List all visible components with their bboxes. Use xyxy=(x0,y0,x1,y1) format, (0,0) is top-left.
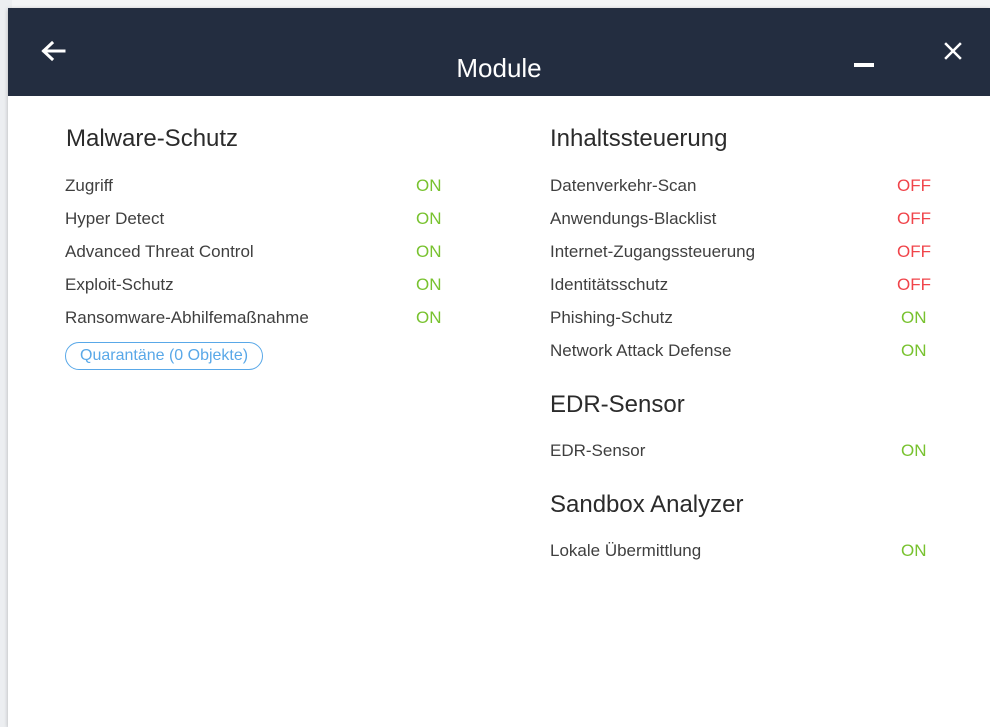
module-dialog: Module Malware-Schutz Zugriff ON Hyper D… xyxy=(8,8,990,727)
module-row: Zugriff ON xyxy=(65,175,465,197)
module-status[interactable]: ON xyxy=(416,307,442,329)
module-status[interactable]: OFF xyxy=(897,241,931,263)
module-label: Advanced Threat Control xyxy=(65,242,254,261)
module-label: Network Attack Defense xyxy=(550,341,732,360)
module-row: Anwendungs-Blacklist OFF xyxy=(550,208,950,230)
module-row: Ransomware-Abhilfemaßnahme ON xyxy=(65,307,465,329)
module-label: Datenverkehr-Scan xyxy=(550,176,697,195)
module-row: Advanced Threat Control ON xyxy=(65,241,465,263)
module-label: Identitätsschutz xyxy=(550,275,669,294)
module-status[interactable]: ON xyxy=(901,307,927,329)
module-row: EDR-Sensor ON xyxy=(550,440,950,462)
module-status[interactable]: ON xyxy=(416,241,442,263)
minimize-button[interactable] xyxy=(846,36,882,72)
section-title-sandbox-analyzer: Sandbox Analyzer xyxy=(550,491,744,518)
module-row: Lokale Übermittlung ON xyxy=(550,540,950,562)
module-status[interactable]: ON xyxy=(901,440,927,462)
module-row: Phishing-Schutz ON xyxy=(550,307,950,329)
module-label: Phishing-Schutz xyxy=(550,308,673,327)
module-status[interactable]: ON xyxy=(901,540,927,562)
module-row: Hyper Detect ON xyxy=(65,208,465,230)
module-status[interactable]: ON xyxy=(416,208,442,230)
close-button[interactable] xyxy=(936,34,970,68)
module-row: Network Attack Defense ON xyxy=(550,340,950,362)
module-label: Hyper Detect xyxy=(65,209,165,228)
module-label: Lokale Übermittlung xyxy=(550,541,702,560)
module-row: Identitätsschutz OFF xyxy=(550,274,950,296)
section-title-edr-sensor: EDR-Sensor xyxy=(550,391,685,418)
section-title-inhaltssteuerung: Inhaltssteuerung xyxy=(550,125,728,152)
close-icon xyxy=(944,42,962,60)
module-status[interactable]: OFF xyxy=(897,274,931,296)
module-status[interactable]: OFF xyxy=(897,175,931,197)
module-label: Internet-Zugangssteuerung xyxy=(550,242,756,261)
module-status[interactable]: ON xyxy=(901,340,927,362)
module-label: Exploit-Schutz xyxy=(65,275,174,294)
minimize-icon xyxy=(854,63,874,67)
module-label: EDR-Sensor xyxy=(550,441,646,460)
module-row: Exploit-Schutz ON xyxy=(65,274,465,296)
module-status[interactable]: ON xyxy=(416,274,442,296)
module-label: Zugriff xyxy=(65,176,113,195)
module-status[interactable]: ON xyxy=(416,175,442,197)
module-row: Internet-Zugangssteuerung OFF xyxy=(550,241,950,263)
section-title-malware-schutz: Malware-Schutz xyxy=(66,125,239,152)
quarantine-button[interactable]: Quarantäne (0 Objekte) xyxy=(65,342,264,370)
dialog-titlebar: Module xyxy=(8,8,990,96)
module-status[interactable]: OFF xyxy=(897,208,931,230)
module-row: Datenverkehr-Scan OFF xyxy=(550,175,950,197)
module-label: Anwendungs-Blacklist xyxy=(550,209,717,228)
dialog-title: Module xyxy=(456,53,542,84)
module-label: Ransomware-Abhilfemaßnahme xyxy=(65,308,309,327)
